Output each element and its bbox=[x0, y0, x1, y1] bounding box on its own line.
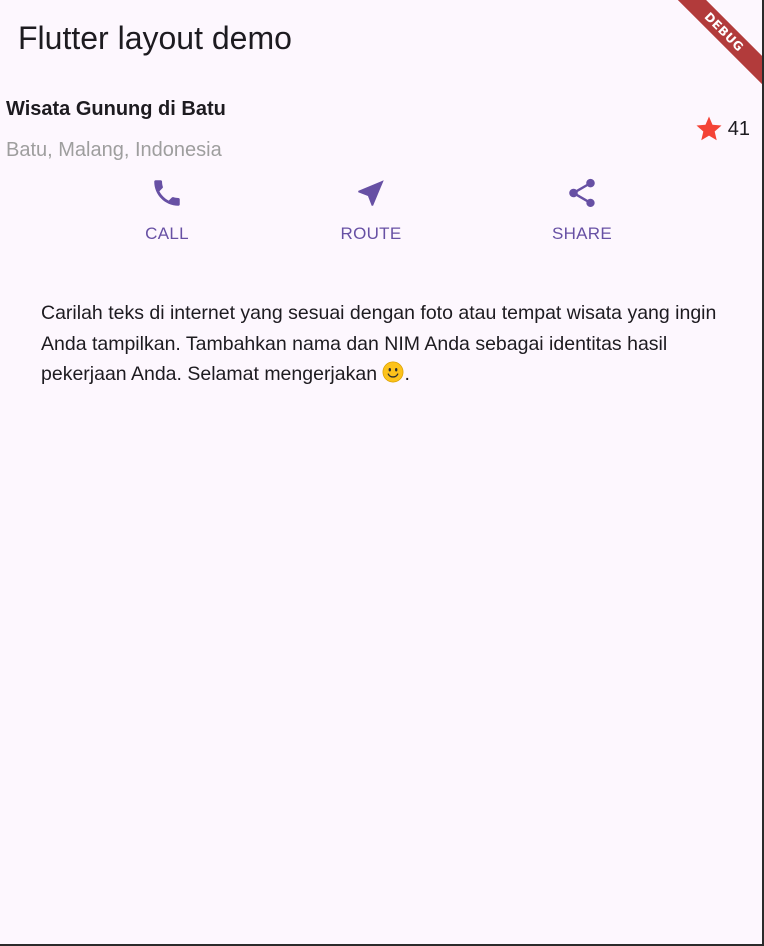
route-label: ROUTE bbox=[340, 224, 402, 243]
route-button[interactable]: ROUTE bbox=[301, 176, 441, 244]
share-label: SHARE bbox=[551, 224, 613, 243]
debug-banner: DEBUG bbox=[672, 0, 762, 90]
title-section: Wisata Gunung di Batu Batu, Malang, Indo… bbox=[6, 92, 750, 172]
smiling-face-icon bbox=[382, 361, 404, 393]
app-bar-title: Flutter layout demo bbox=[18, 20, 292, 56]
description-text: Carilah teks di internet yang sesuai den… bbox=[41, 298, 721, 393]
call-button[interactable]: CALL bbox=[97, 176, 237, 244]
call-label: CALL bbox=[145, 224, 189, 243]
phone-icon bbox=[154, 180, 180, 206]
description-body: Carilah teks di internet yang sesuai den… bbox=[41, 302, 717, 385]
debug-banner-label: DEBUG bbox=[672, 0, 762, 89]
description-suffix: . bbox=[404, 363, 410, 385]
share-icon bbox=[569, 178, 595, 208]
rating-count: 41 bbox=[727, 117, 750, 140]
star-icon bbox=[696, 116, 722, 141]
share-button[interactable]: SHARE bbox=[512, 176, 652, 244]
place-name: Wisata Gunung di Batu bbox=[6, 98, 226, 120]
app-window: Flutter layout demo DEBUG Wisata Gunung … bbox=[0, 0, 764, 946]
place-location: Batu, Malang, Indonesia bbox=[6, 139, 222, 161]
button-section: CALL ROUTE SHARE bbox=[0, 176, 764, 256]
rating: 41 bbox=[694, 114, 750, 144]
navigation-arrow-icon bbox=[358, 180, 384, 206]
